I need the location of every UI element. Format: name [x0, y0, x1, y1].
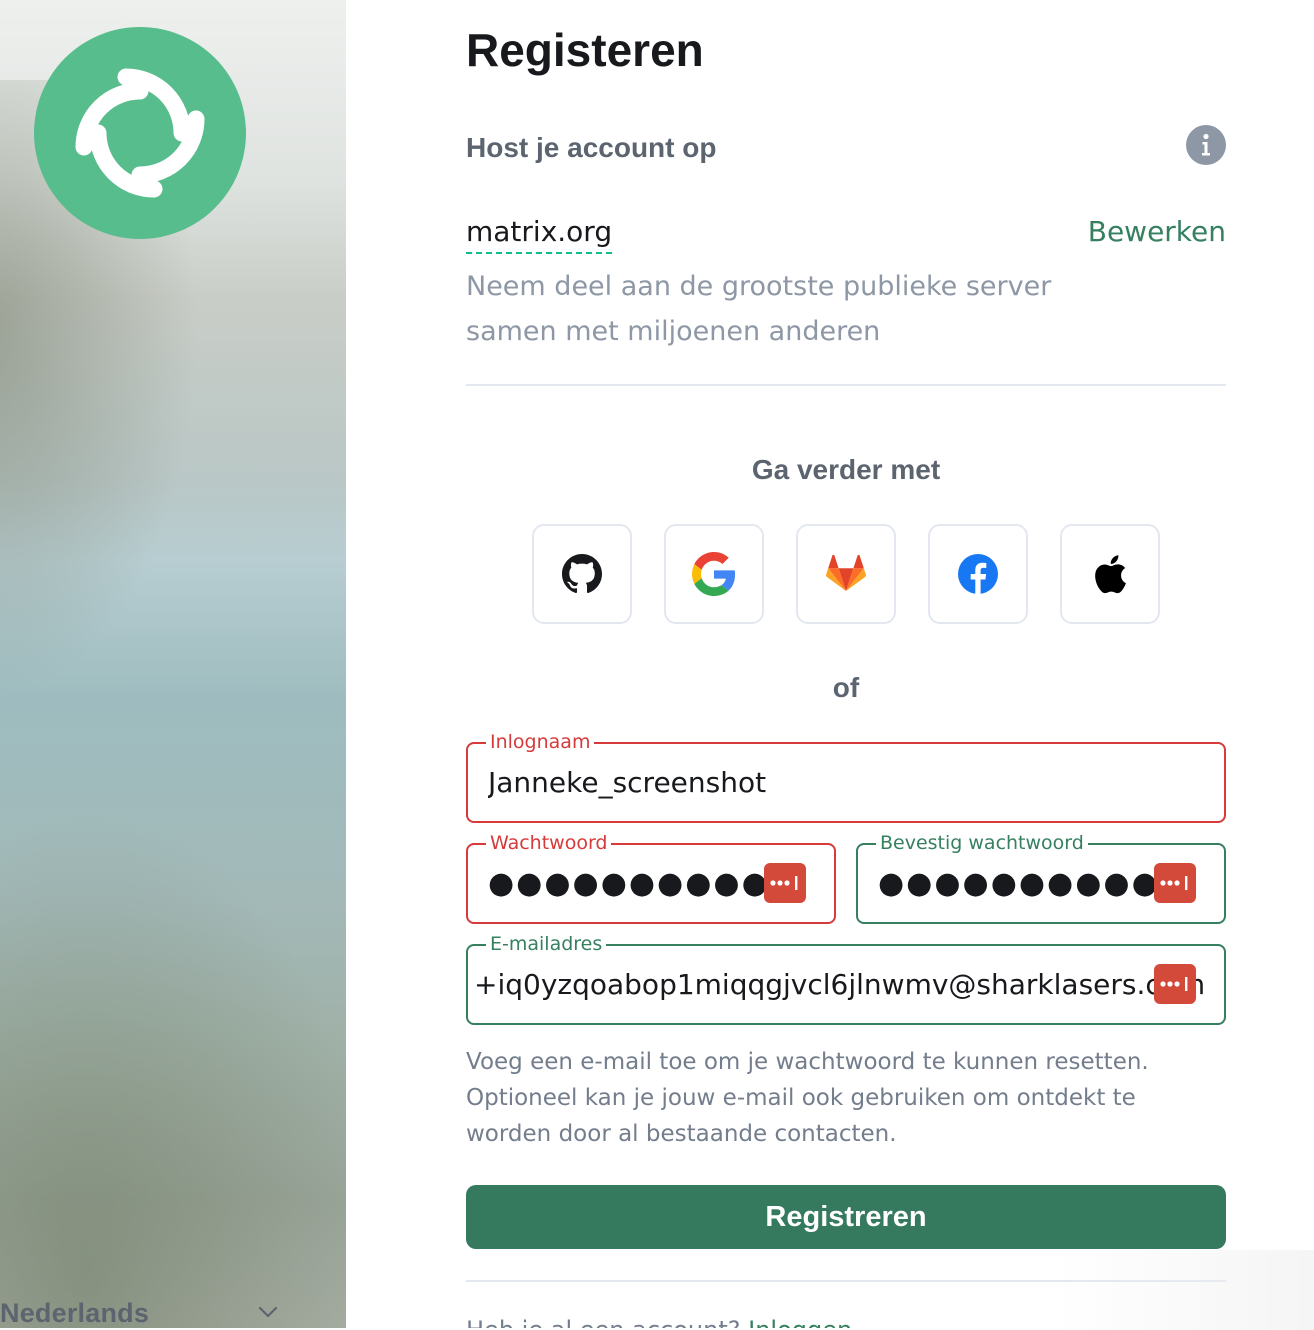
- chevron-down-icon[interactable]: [258, 1304, 278, 1323]
- page-title: Registeren: [466, 24, 704, 76]
- server-name: matrix.org: [466, 212, 613, 254]
- google-sso-button[interactable]: [664, 524, 764, 624]
- register-button[interactable]: Registreren: [466, 1185, 1226, 1249]
- or-separator: of: [832, 672, 860, 703]
- confirm-password-field[interactable]: Bevestig wachtwoord ●●●●●●●●●●●: [856, 831, 1226, 924]
- password-field[interactable]: Wachtwoord ●●●●●●●●●●●: [466, 831, 836, 924]
- password-manager-icon[interactable]: [1154, 964, 1196, 1004]
- edit-server-link[interactable]: Bewerken: [1088, 212, 1226, 252]
- email-help-text: Voeg een e-mail toe om je wachtwoord te …: [466, 1049, 1149, 1147]
- gitlab-sso-button[interactable]: [796, 524, 896, 624]
- login-link[interactable]: Inloggen: [748, 1316, 852, 1328]
- background-panel: Nederlands: [0, 0, 346, 1328]
- password-label: Wachtwoord: [486, 831, 612, 855]
- confirm-password-label: Bevestig wachtwoord: [876, 831, 1088, 855]
- username-label: Inlognaam: [486, 730, 595, 754]
- github-icon: [562, 554, 602, 594]
- bottom-fade: [1054, 1250, 1314, 1330]
- username-field[interactable]: Inlognaam Janneke_screenshot: [466, 730, 1226, 823]
- server-description: Neem deel aan de grootste publieke serve…: [466, 271, 1052, 347]
- login-prompt: Heb je al een account? Inloggen: [466, 1312, 852, 1328]
- password-input[interactable]: ●●●●●●●●●●●: [488, 867, 798, 901]
- language-selector[interactable]: Nederlands: [0, 1298, 149, 1328]
- password-manager-icon[interactable]: [1154, 863, 1196, 903]
- google-icon: [692, 552, 736, 596]
- gitlab-icon: [826, 555, 866, 591]
- confirm-password-input[interactable]: ●●●●●●●●●●●: [878, 867, 1188, 901]
- facebook-icon: [958, 554, 998, 594]
- host-label: Host je account op: [466, 132, 717, 163]
- email-field[interactable]: E-mailadres +iq0yzqoabop1miqqgjvcl6jlnwm…: [466, 932, 1226, 1025]
- email-input[interactable]: +iq0yzqoabop1miqqgjvcl6jlnwmv@sharklaser…: [474, 964, 1214, 1006]
- apple-icon: [1095, 555, 1126, 594]
- password-manager-icon[interactable]: [764, 863, 806, 903]
- background-hill: [0, 808, 346, 1328]
- info-icon[interactable]: [1186, 125, 1226, 165]
- login-prompt-text: Heb je al een account?: [466, 1316, 740, 1328]
- username-input[interactable]: Janneke_screenshot: [488, 762, 1204, 804]
- continue-with-label: Ga verder met: [751, 454, 941, 485]
- github-sso-button[interactable]: [532, 524, 632, 624]
- apple-sso-button[interactable]: [1060, 524, 1160, 624]
- divider: [466, 384, 1226, 386]
- element-logo-icon: [34, 27, 246, 239]
- facebook-sso-button[interactable]: [928, 524, 1028, 624]
- email-label: E-mailadres: [486, 932, 607, 956]
